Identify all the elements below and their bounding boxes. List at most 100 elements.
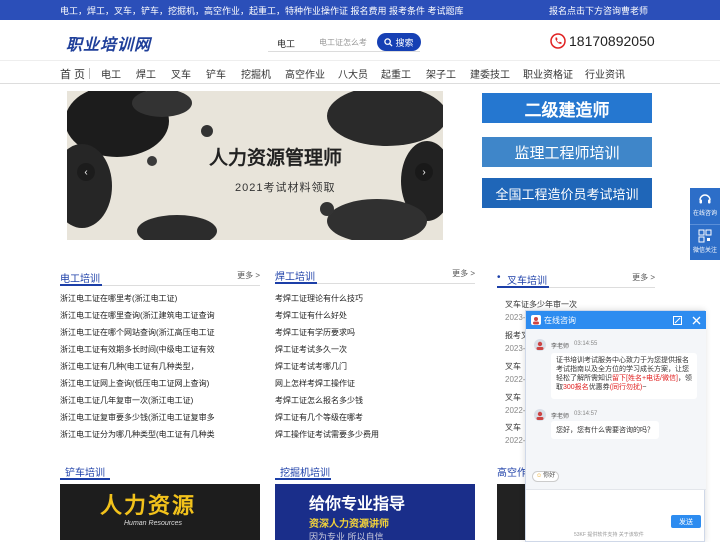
image-subline-2: 因为专业 所以自信 <box>309 532 384 540</box>
section-welder-list: 考焊工证理论有什么技巧 考焊工证有什么好处 考焊工证有学历要求吗 焊工证考试多久… <box>275 293 475 446</box>
headset-icon <box>699 194 711 204</box>
search-box: 电工 电工证怎么考 搜索 <box>268 32 421 52</box>
banner-title: 人力资源管理师 <box>209 147 343 169</box>
message-bubble: 证书培训考试服务中心致力于为您提供报名考试指南以及全方位的学习成长方案，让您轻松… <box>551 353 697 399</box>
message-text: ~ <box>642 384 647 391</box>
nav-item-forklift[interactable]: 叉车 <box>171 66 191 81</box>
nav-item-welder[interactable]: 焊工 <box>136 66 156 81</box>
excavator-image[interactable]: 给你专业指导 资深人力资源讲师 因为专业 所以自信 <box>275 484 475 540</box>
banner-next-button[interactable]: › <box>415 163 433 181</box>
message-bubble: 您好，您有什么需要咨询的吗？ <box>551 421 659 439</box>
section-electric-list: 浙江电工证在哪里考(浙江电工证) 浙江电工证在哪里查询(浙江建筑电工证查询 浙江… <box>60 293 260 446</box>
list-item[interactable]: 浙江电工证分为哪几种类型(电工证有几种类 <box>60 429 260 446</box>
quick-reply-chip[interactable]: ☺ 你好 <box>532 471 560 482</box>
message-time: 03:14:57 <box>574 411 598 417</box>
message-highlight: 300报名 <box>563 384 589 391</box>
list-item[interactable]: 浙江电工证复审要多少钱(浙江电工证复审多 <box>60 412 260 429</box>
smile-icon: ☺ <box>536 473 543 479</box>
list-item[interactable]: 叉车 <box>505 361 521 372</box>
nav-item-eight-staff[interactable]: 八大员 <box>338 66 368 81</box>
list-item[interactable]: 考焊工证怎么报名多少钱 <box>275 395 475 412</box>
aerial-image[interactable] <box>497 484 525 540</box>
nav-item-electric[interactable]: 电工 <box>101 66 121 81</box>
message-time: 03:14:55 <box>574 341 598 347</box>
image-subline: 资深人力资源讲师 <box>309 519 389 530</box>
more-link[interactable]: 更多 > <box>237 270 260 281</box>
phone-icon <box>550 33 566 49</box>
site-logo[interactable]: 职业培训网 <box>66 31 151 55</box>
list-item[interactable]: 浙江电工证网上查询(低压电工证网上查询) <box>60 378 260 395</box>
promo-second-constructor[interactable]: 二级建造师 <box>482 93 652 123</box>
list-item[interactable]: 考焊工证有学历要求吗 <box>275 327 475 344</box>
list-item[interactable]: 焊工操作证考试需要多少费用 <box>275 429 475 446</box>
chat-title: 在线咨询 <box>544 316 576 325</box>
section-title[interactable]: 铲车培训 <box>65 464 105 479</box>
section-title[interactable]: 挖掘机培训 <box>280 464 330 479</box>
more-link[interactable]: 更多 > <box>632 272 655 283</box>
more-link[interactable]: 更多 > <box>452 268 475 279</box>
promo-supervisor[interactable]: 监理工程师培训 <box>482 137 652 167</box>
list-item[interactable]: 叉车证多少年审一次 <box>505 299 577 310</box>
agent-avatar-icon <box>534 409 546 421</box>
nav-item-excavator[interactable]: 挖掘机 <box>241 66 271 81</box>
list-item[interactable]: 浙江电工证有效期多长时间(中级电工证有效 <box>60 344 260 361</box>
list-item[interactable]: 浙江电工证几年复审一次(浙江电工证) <box>60 395 260 412</box>
side-wechat-button[interactable]: 微信关注 <box>690 224 720 260</box>
section-title[interactable]: 焊工培训 <box>275 268 315 283</box>
search-input[interactable]: 电工证怎么考 <box>319 37 367 48</box>
list-item-date: 2023- <box>505 344 526 353</box>
phone-number[interactable]: 18170892050 <box>569 33 655 49</box>
bullet-icon: • <box>497 272 501 283</box>
minimize-icon[interactable] <box>673 316 682 325</box>
chat-messages: 李老师 03:14:55 证书培训考试服务中心致力于为您提供报名考试指南以及全方… <box>526 329 706 489</box>
list-item[interactable]: 焊工证有几个等级在哪考 <box>275 412 475 429</box>
section-electric-header: 电工培训 更多 > <box>60 268 260 286</box>
search-button-label: 搜索 <box>395 37 414 48</box>
agent-name: 李老师 <box>551 414 570 420</box>
list-item[interactable]: 浙江电工证有几种(电工证有几种类型， <box>60 361 260 378</box>
nav-item-news[interactable]: 行业资讯 <box>585 66 625 81</box>
list-item[interactable]: 叉车 <box>505 422 521 433</box>
qr-code-icon <box>698 229 712 243</box>
nav-item-home[interactable]: 首 页 <box>60 66 85 82</box>
top-bar: 电工，焊工，叉车，铲车，挖掘机，高空作业，起重工，特种作业操作证 报名费用 报考… <box>0 0 720 20</box>
list-item[interactable]: 焊工证考试考哪几门 <box>275 361 475 378</box>
list-item[interactable]: 考焊工证有什么好处 <box>275 310 475 327</box>
chevron-left-icon: ‹ <box>84 166 88 178</box>
nav-item-qualification[interactable]: 职业资格证 <box>523 66 573 81</box>
nav-item-construction[interactable]: 建委技工 <box>470 66 510 81</box>
list-item[interactable]: 焊工证考试多久一次 <box>275 344 475 361</box>
list-item[interactable]: 网上怎样考焊工操作证 <box>275 378 475 395</box>
search-button[interactable]: 搜索 <box>377 33 421 51</box>
main-nav: 首 页 电工 焊工 叉车 铲车 挖掘机 高空作业 八大员 起重工 架子工 建委技… <box>0 60 720 84</box>
side-online-consult-button[interactable]: 在线咨询 <box>690 188 720 224</box>
nav-item-crane[interactable]: 起重工 <box>381 66 411 81</box>
search-icon <box>384 37 394 47</box>
loader-image[interactable]: 人力资源 Human Resources <box>60 484 260 540</box>
list-item[interactable]: 叉车 <box>505 392 521 403</box>
hero-banner[interactable]: 人力资源管理师 2021考试材料领取 ‹ › <box>67 91 443 240</box>
section-title[interactable]: 叉车培训 <box>507 272 547 287</box>
send-button[interactable]: 发送 <box>671 515 701 528</box>
header: 职业培训网 电工 电工证怎么考 搜索 18170892050 <box>0 20 720 60</box>
image-headline: 给你专业指导 <box>309 496 406 513</box>
banner-prev-button[interactable]: ‹ <box>77 163 95 181</box>
list-item[interactable]: 浙江电工证在哪里查询(浙江建筑电工证查询 <box>60 310 260 327</box>
top-links[interactable]: 电工，焊工，叉车，铲车，挖掘机，高空作业，起重工，特种作业操作证 报名费用 报考… <box>60 4 464 17</box>
section-title[interactable]: 电工培训 <box>60 270 100 285</box>
nav-item-loader[interactable]: 铲车 <box>206 66 226 81</box>
list-item[interactable]: 浙江电工证在哪个网站查询(浙江高压电工证 <box>60 327 260 344</box>
agent-name: 李老师 <box>551 344 570 350</box>
list-item[interactable]: 考焊工证理论有什么技巧 <box>275 293 475 310</box>
close-icon[interactable] <box>692 316 701 325</box>
list-item[interactable]: 浙江电工证在哪里考(浙江电工证) <box>60 293 260 310</box>
banner-subtitle: 2021考试材料领取 <box>235 182 336 194</box>
promo-label: 全国工程造价员考试培训 <box>495 186 639 202</box>
nav-item-aerial[interactable]: 高空作业 <box>285 66 325 81</box>
message-text: 您好，您有什么需要咨询的吗？ <box>556 427 654 434</box>
search-keyword[interactable]: 电工 <box>277 37 295 50</box>
promo-cost-engineer[interactable]: 全国工程造价员考试培训 <box>482 178 652 208</box>
quick-reply-label: 你好 <box>543 473 556 479</box>
nav-item-scaffold[interactable]: 架子工 <box>426 66 456 81</box>
agent-avatar-icon <box>534 339 546 351</box>
